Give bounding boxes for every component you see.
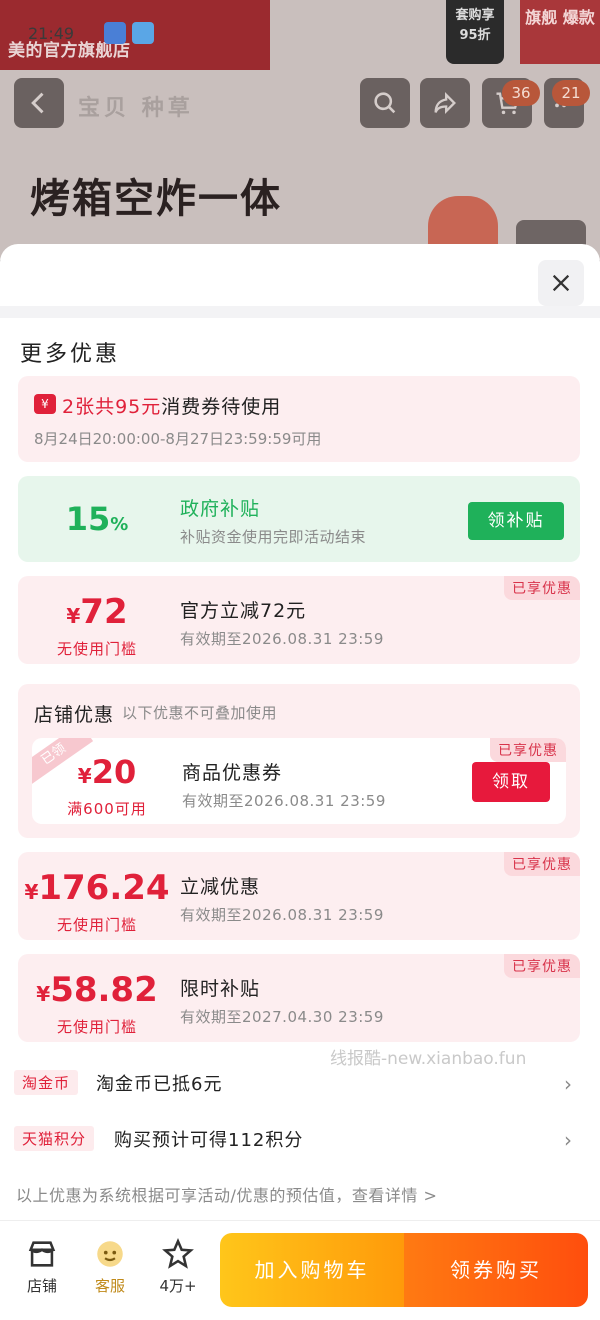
share-button[interactable] [420,78,470,128]
coupon-summary-line: 2张共95元消费券待使用 [62,392,281,419]
limited-amount: 58.82 [50,970,158,1010]
claim-coupon-button[interactable]: 领取 [472,762,550,802]
applied-tag: 已享优惠 [504,576,580,600]
applied-tag: 已享优惠 [504,852,580,876]
instant-discount-card: 已享优惠 ¥176.24 无使用门槛 立减优惠 有效期至2026.08.31 2… [18,852,580,940]
official-title: 官方立减72元 [180,600,307,622]
official-amount: 72 [80,592,128,632]
customer-service-icon [97,1241,123,1267]
official-discount-card: 已享优惠 ¥72 无使用门槛 官方立减72元 有效期至2026.08.31 23… [18,576,580,664]
instant-threshold: 无使用门槛 [56,916,137,934]
coupon-text: 消费券待使用 [161,396,282,418]
claim-subsidy-button[interactable]: 领补贴 [468,502,564,540]
store-icon [28,1241,56,1267]
page-tabs: 宝贝 种草 [78,90,194,122]
store-title: 店铺优惠 [34,704,115,726]
chevron-right-icon: › [564,1128,572,1152]
subsidy-subtitle: 补贴资金使用完即活动结束 [180,528,367,546]
promo-badge-discount: 套购享 95折 [446,0,504,64]
coupon-icon: ¥ [34,394,56,414]
background-page: 美的官方旗舰店 21:49 95 套购享 95折 旗舰 爆款 宝贝 种草 36 … [0,0,600,260]
instant-validity: 有效期至2026.08.31 23:59 [180,906,384,924]
instant-title: 立减优惠 [180,876,261,898]
store-amount: 20 [91,753,137,791]
subsidy-percent: 15% [18,500,176,538]
search-button[interactable] [360,78,410,128]
coupon-highlight: 2张共95元 [62,396,162,418]
taojinbi-tag: 淘金币 [14,1070,79,1095]
back-button[interactable] [14,78,64,128]
subsidy-title: 政府补贴 [180,498,261,520]
customer-service-button[interactable]: 客服 [80,1237,140,1296]
add-to-cart-button[interactable]: 加入购物车 [220,1233,404,1307]
limited-validity: 有效期至2027.04.30 23:59 [180,1008,384,1026]
sheet-divider [0,306,600,318]
limited-subsidy-card: 已享优惠 ¥58.82 无使用门槛 限时补贴 有效期至2027.04.30 23… [18,954,580,1042]
store-discount-panel: 店铺优惠 以下优惠不可叠加使用 已领 已享优惠 ¥20 满600可用 商品优惠券… [18,684,580,838]
store-coupon-card: 已领 已享优惠 ¥20 满600可用 商品优惠券 有效期至2026.08.31 … [32,738,566,824]
store-coupon-title: 商品优惠券 [182,762,283,784]
store-coupon-validity: 有效期至2026.08.31 23:59 [182,792,386,810]
gov-subsidy-card: 15% 政府补贴 补贴资金使用完即活动结束 领补贴 [18,476,580,562]
close-button[interactable] [538,260,584,306]
limited-threshold: 无使用门槛 [56,1018,137,1036]
share-icon [434,92,456,114]
yen-symbol: ¥ [24,880,39,904]
section-title: 更多优惠 [20,342,121,367]
coupon-validity: 8月24日20:00:00-8月27日23:59:59可用 [34,430,322,448]
shop-label: 店铺 [26,1277,57,1295]
taojinbi-text: 淘金币已抵6元 [96,1074,223,1095]
favorite-button[interactable]: 4万+ [148,1237,208,1296]
applied-tag: 已享优惠 [504,954,580,978]
official-validity: 有效期至2026.08.31 23:59 [180,630,384,648]
cart-count-badge: 36 [502,80,540,106]
promo-badge-flagship: 旗舰 爆款 [520,0,600,64]
status-time: 21:49 [28,24,75,43]
coupon-summary-card[interactable]: ¥ 2张共95元消费券待使用 8月24日20:00:00-8月27日23:59:… [18,376,580,462]
discount-sheet: 更多优惠 ¥ 2张共95元消费券待使用 8月24日20:00:00-8月27日2… [0,244,600,1320]
buy-with-coupon-button[interactable]: 领券购买 [404,1233,588,1307]
tab-item[interactable]: 宝贝 [78,96,130,121]
chevron-right-icon: › [564,1072,572,1096]
close-icon [552,274,570,292]
service-label: 客服 [94,1277,125,1295]
tmall-points-text: 购买预计可得112积分 [114,1130,304,1151]
alipay-icon [104,22,126,44]
subsidy-percent-value: 15 [65,500,111,538]
instant-amount: 176.24 [38,868,170,908]
subsidy-percent-unit: % [110,514,129,535]
yen-symbol: ¥ [36,982,51,1006]
shop-button[interactable]: 店铺 [12,1237,72,1296]
store-amount-box: ¥20 满600可用 [32,752,182,819]
yen-symbol: ¥ [66,604,81,628]
details-footnote-link[interactable]: 以上优惠为系统根据可享活动/优惠的预估值，查看详情 > [16,1182,437,1206]
yen-symbol: ¥ [77,764,92,788]
tab-seed[interactable]: 种草 [142,96,194,121]
official-threshold: 无使用门槛 [56,640,137,658]
favorite-count: 4万+ [159,1277,197,1295]
chevron-left-icon [31,92,44,114]
official-amount-box: ¥72 无使用门槛 [18,592,176,659]
tmall-points-tag: 天猫积分 [14,1126,95,1151]
product-title: 烤箱空炸一体 [30,176,282,222]
tmall-points-row[interactable]: 天猫积分 购买预计可得112积分 › [14,1120,586,1160]
star-icon [162,1238,194,1269]
instant-amount-box: ¥176.24 无使用门槛 [18,868,176,935]
weather-icon [132,22,154,44]
store-threshold: 满600可用 [67,800,147,818]
message-count-badge: 21 [552,80,590,106]
limited-title: 限时补贴 [180,978,261,1000]
search-icon [374,92,396,114]
applied-tag: 已享优惠 [490,738,566,762]
store-note: 以下优惠不可叠加使用 [122,704,278,722]
taojinbi-row[interactable]: 淘金币 淘金币已抵6元 › [14,1064,586,1104]
bottom-action-bar: 店铺 客服 4万+ 加入购物车 领券购买 [0,1220,600,1320]
limited-amount-box: ¥58.82 无使用门槛 [18,970,176,1037]
